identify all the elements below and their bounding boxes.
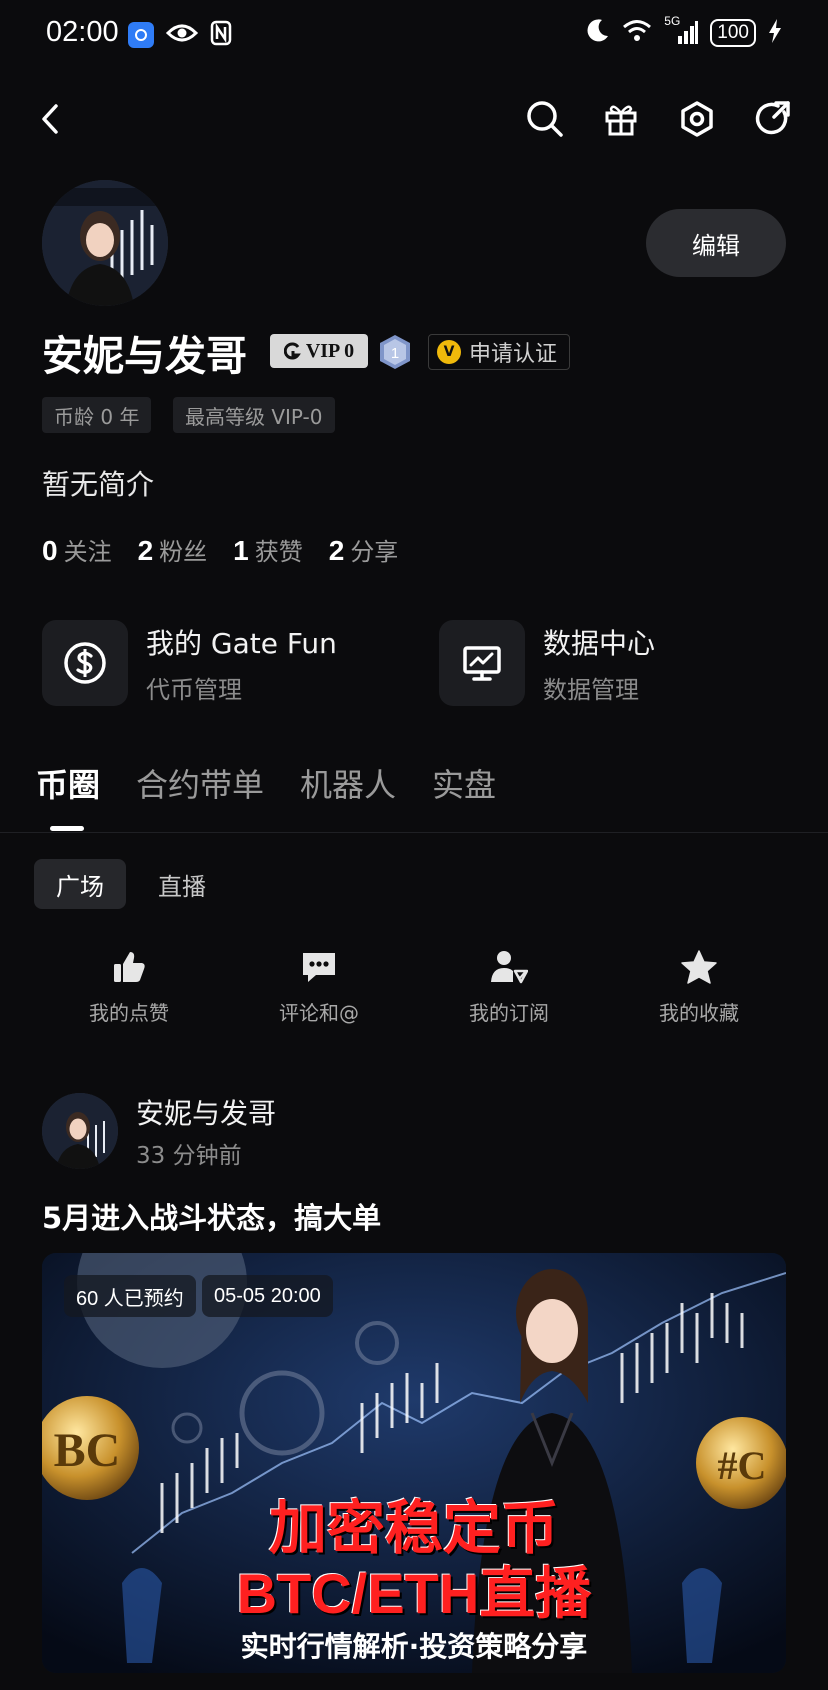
tool-title: 我的 Gate Fun: [146, 626, 337, 660]
subscribe-user-icon: [429, 945, 589, 989]
charging-icon: [768, 19, 782, 47]
tool-subtitle: 数据管理: [543, 675, 639, 704]
level-badge[interactable]: 1: [378, 334, 412, 370]
my-subscriptions-button[interactable]: 我的订阅: [429, 945, 589, 1026]
banner-title-line2: BTC/ETH直播: [236, 1562, 592, 1625]
nav-bar: [0, 88, 828, 150]
nfc-icon: [210, 20, 232, 50]
settings-button[interactable]: [672, 94, 722, 144]
my-favorites-button[interactable]: 我的收藏: [619, 945, 779, 1026]
stats-row: 0 关注 2 粉丝 1 获赞 2 分享: [42, 532, 398, 567]
tab-bots[interactable]: 机器人: [300, 760, 396, 806]
post-author-name[interactable]: 安妮与发哥: [136, 1092, 276, 1132]
battery-indicator: 100: [710, 19, 756, 47]
svg-text:BC: BC: [54, 1424, 121, 1477]
comments-mentions-button[interactable]: 评论和@: [239, 945, 399, 1026]
app-notification-icon: [128, 22, 154, 48]
my-likes-button[interactable]: 我的点赞: [49, 945, 209, 1026]
svg-text:1: 1: [391, 345, 399, 362]
reservation-count-chip: 60 人已预约: [64, 1275, 196, 1317]
tool-title: 数据中心: [543, 626, 656, 660]
bio: 暂无简介: [42, 468, 155, 501]
back-button[interactable]: [26, 94, 76, 144]
share-button[interactable]: [748, 94, 798, 144]
banner-subtitle: 实时行情解析·投资策略分享: [240, 1630, 588, 1663]
max-level-tag: 最高等级 VIP-0: [173, 397, 335, 433]
cellular-signal-icon: 5G: [664, 14, 699, 46]
post-author-avatar[interactable]: [42, 1093, 118, 1169]
subtab-live[interactable]: 直播: [136, 859, 228, 909]
verified-icon: V: [437, 340, 461, 364]
gate-logo-icon: [283, 342, 301, 360]
chart-monitor-icon: [439, 620, 525, 706]
status-bar: 02:00 5G 100: [0, 0, 828, 72]
avatar[interactable]: [42, 180, 168, 306]
stat-likes[interactable]: 1 获赞: [233, 532, 303, 567]
content-tabs: 币圈 合约带单 机器人 实盘: [36, 760, 496, 806]
comment-icon: [239, 945, 399, 989]
wifi-icon: [622, 19, 652, 47]
tab-copy-trading[interactable]: 合约带单: [136, 760, 264, 806]
divider: [0, 832, 828, 833]
apply-certification-button[interactable]: V 申请认证: [428, 334, 571, 370]
post-text[interactable]: 5月进入战斗状态，搞大单: [42, 1195, 381, 1237]
star-icon: [619, 945, 779, 989]
schedule-time-chip: 05-05 20:00: [202, 1275, 333, 1317]
tab-coin-circle[interactable]: 币圈: [36, 760, 100, 806]
tab-live-trading[interactable]: 实盘: [432, 760, 496, 806]
gift-icon: [605, 105, 637, 136]
coin-age-tag: 币龄 0 年: [42, 397, 152, 433]
status-time: 02:00: [46, 16, 119, 48]
gift-button[interactable]: [596, 94, 646, 144]
stat-followers[interactable]: 2 粉丝: [138, 532, 208, 567]
post-image[interactable]: BC #C 60 人已预约 05-05 20:00 加密稳定币 BTC/ETH直…: [42, 1253, 786, 1673]
subtab-square[interactable]: 广场: [34, 859, 126, 909]
dollar-circle-icon: [42, 620, 128, 706]
chevron-left-icon: [42, 104, 58, 134]
username: 安妮与发哥: [42, 332, 247, 380]
data-center-card[interactable]: 数据中心 数据管理: [439, 620, 655, 706]
cert-label: 申请认证: [469, 342, 558, 367]
gear-icon: [681, 101, 713, 137]
moon-icon: [586, 18, 610, 48]
thumbs-up-icon: [49, 945, 209, 989]
edit-profile-button[interactable]: 编辑: [646, 209, 786, 277]
eye-icon: [165, 22, 199, 48]
search-icon: [527, 101, 563, 137]
tool-subtitle: 代币管理: [146, 675, 242, 704]
post-timestamp: 33 分钟前: [136, 1143, 242, 1169]
gate-fun-card[interactable]: 我的 Gate Fun 代币管理: [42, 620, 337, 706]
vip-badge[interactable]: VIP 0: [270, 334, 368, 368]
active-tab-indicator: [50, 826, 84, 831]
share-icon: [755, 101, 790, 135]
stat-shares[interactable]: 2 分享: [329, 532, 399, 567]
search-button[interactable]: [520, 94, 570, 144]
stat-following[interactable]: 0 关注: [42, 532, 112, 567]
